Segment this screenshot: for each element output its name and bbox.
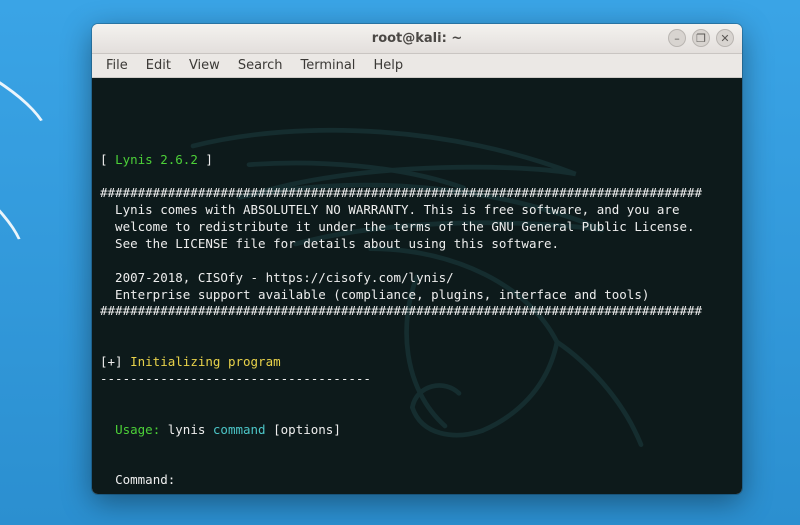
warranty-line: See the LICENSE file for details about u… [100, 236, 559, 251]
menu-view[interactable]: View [181, 56, 228, 75]
usage-label: Usage: [115, 422, 160, 437]
dash-separator: ------------------------------------ [100, 371, 371, 386]
terminal-content: [ Lynis 2.6.2 ] ########################… [100, 135, 740, 494]
menubar: File Edit View Search Terminal Help [92, 54, 742, 78]
terminal-window: root@kali: ~ – ❐ ✕ File Edit View Search… [92, 24, 742, 494]
copyright-line: 2007-2018, CISOfy - https://cisofy.com/l… [100, 270, 454, 285]
lynis-header-open: [ [100, 152, 115, 167]
terminal-viewport[interactable]: [ Lynis 2.6.2 ] ########################… [92, 78, 742, 494]
menu-edit[interactable]: Edit [138, 56, 179, 75]
window-title: root@kali: ~ [372, 31, 462, 46]
usage-prog: lynis [160, 422, 213, 437]
lynis-header-close: ] [198, 152, 213, 167]
warranty-line: Lynis comes with ABSOLUTELY NO WARRANTY.… [100, 202, 679, 217]
init-marker: [+] [100, 354, 130, 369]
window-buttons: – ❐ ✕ [668, 29, 734, 47]
maximize-button[interactable]: ❐ [692, 29, 710, 47]
command-heading: Command: [115, 472, 175, 487]
minimize-button[interactable]: – [668, 29, 686, 47]
lynis-header-name: Lynis 2.6.2 [115, 152, 198, 167]
usage-options: [options] [266, 422, 341, 437]
enterprise-line: Enterprise support available (compliance… [100, 287, 649, 302]
warranty-line: welcome to redistribute it under the ter… [100, 219, 695, 234]
titlebar[interactable]: root@kali: ~ – ❐ ✕ [92, 24, 742, 54]
usage-command: command [213, 422, 266, 437]
init-text: Initializing program [130, 354, 281, 369]
menu-file[interactable]: File [98, 56, 136, 75]
menu-terminal[interactable]: Terminal [292, 56, 363, 75]
menu-help[interactable]: Help [365, 56, 411, 75]
menu-search[interactable]: Search [230, 56, 291, 75]
hash-separator: ########################################… [100, 303, 702, 318]
hash-separator: ########################################… [100, 185, 702, 200]
close-button[interactable]: ✕ [716, 29, 734, 47]
